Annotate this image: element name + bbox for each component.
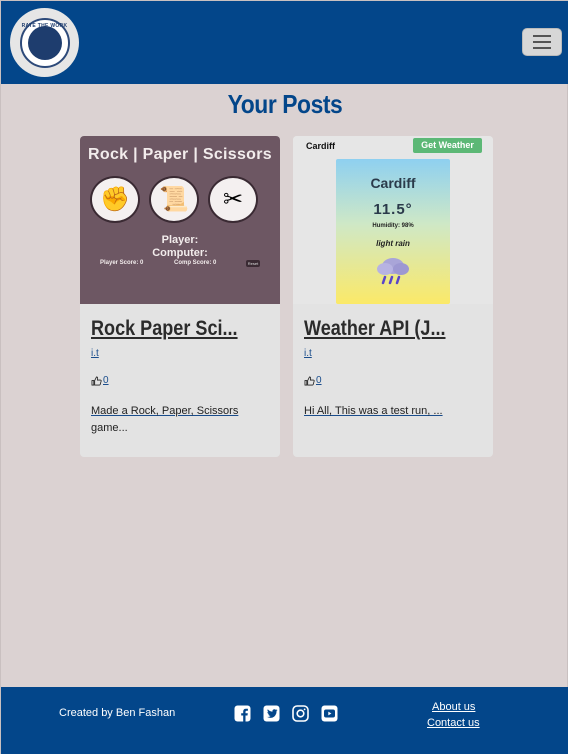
- site-logo[interactable]: RATE THE WORK: [10, 8, 79, 77]
- weather-panel: Cardiff 11.5° Humidity: 98% light rain: [336, 159, 450, 304]
- site-footer: Created by Ben Fashan About us Contact u…: [1, 687, 568, 754]
- about-us-link[interactable]: About us: [432, 701, 475, 713]
- post-card[interactable]: Cardiff Get Weather Cardiff 11.5° Humidi…: [293, 136, 493, 457]
- contact-us-link[interactable]: Contact us: [427, 717, 480, 729]
- logo-emblem: [27, 25, 62, 60]
- post-title-link[interactable]: Weather API (J...: [304, 317, 459, 341]
- post-excerpt: Made a Rock, Paper, Scissors game...: [91, 403, 269, 437]
- post-excerpt-line: Made a Rock, Paper, Scissors: [91, 405, 239, 417]
- weather-humidity: Humidity: 98%: [372, 223, 414, 229]
- post-thumbnail[interactable]: Rock | Paper | Scissors ✊ 📜 ✂ Player: Co…: [80, 136, 280, 304]
- thumbs-up-icon: [304, 375, 315, 385]
- rps-reset-button: Reset: [246, 260, 260, 267]
- logo-text: RATE THE WORK: [21, 22, 68, 29]
- post-thumbnail[interactable]: Cardiff Get Weather Cardiff 11.5° Humidi…: [293, 136, 493, 304]
- rps-comp-score: Comp Score: 0: [174, 260, 217, 266]
- post-author-link[interactable]: i.t: [91, 348, 99, 359]
- instagram-icon[interactable]: [292, 705, 309, 722]
- hamburger-menu-icon: [533, 35, 551, 37]
- post-card[interactable]: Rock | Paper | Scissors ✊ 📜 ✂ Player: Co…: [80, 136, 280, 457]
- thumbs-up-icon: [91, 375, 102, 385]
- navbar: RATE THE WORK: [1, 1, 568, 84]
- rock-icon: ✊: [90, 176, 140, 223]
- post-title-link[interactable]: Rock Paper Sci...: [91, 317, 246, 341]
- weather-description: light rain: [376, 239, 410, 248]
- youtube-icon[interactable]: [321, 705, 338, 722]
- scissors-icon: ✂: [208, 176, 258, 223]
- like-button[interactable]: 0: [304, 375, 322, 386]
- hamburger-line: [533, 47, 551, 49]
- post-author-link[interactable]: i.t: [304, 348, 312, 359]
- like-count: 0: [103, 375, 109, 386]
- weather-city: Cardiff: [370, 175, 416, 191]
- post-excerpt: Hi All, This was a test run, ...: [304, 403, 482, 420]
- navbar-toggler-button[interactable]: [522, 28, 562, 56]
- rps-player-label: Player:: [161, 234, 199, 246]
- like-button[interactable]: 0: [91, 375, 109, 386]
- rps-heading: Rock | Paper | Scissors: [88, 146, 272, 163]
- twitter-icon[interactable]: [263, 705, 280, 722]
- weather-temp: 11.5°: [373, 201, 413, 218]
- rps-computer-label: Computer:: [152, 247, 208, 259]
- post-excerpt-line: Hi All, This was a test run, ...: [304, 405, 443, 417]
- weather-city-input: Cardiff: [306, 141, 335, 151]
- post-excerpt-line: game...: [91, 422, 128, 434]
- rain-cloud-icon: [377, 258, 409, 285]
- page-title: Your Posts: [227, 89, 343, 119]
- get-weather-button: Get Weather: [413, 138, 482, 153]
- footer-credit: Created by Ben Fashan: [59, 707, 176, 719]
- like-count: 0: [316, 375, 322, 386]
- rps-player-score: Player Score: 0: [100, 260, 144, 266]
- hamburger-line: [533, 41, 551, 43]
- facebook-icon[interactable]: [234, 705, 251, 722]
- paper-icon: 📜: [149, 176, 199, 223]
- logo-badge: RATE THE WORK: [19, 17, 70, 68]
